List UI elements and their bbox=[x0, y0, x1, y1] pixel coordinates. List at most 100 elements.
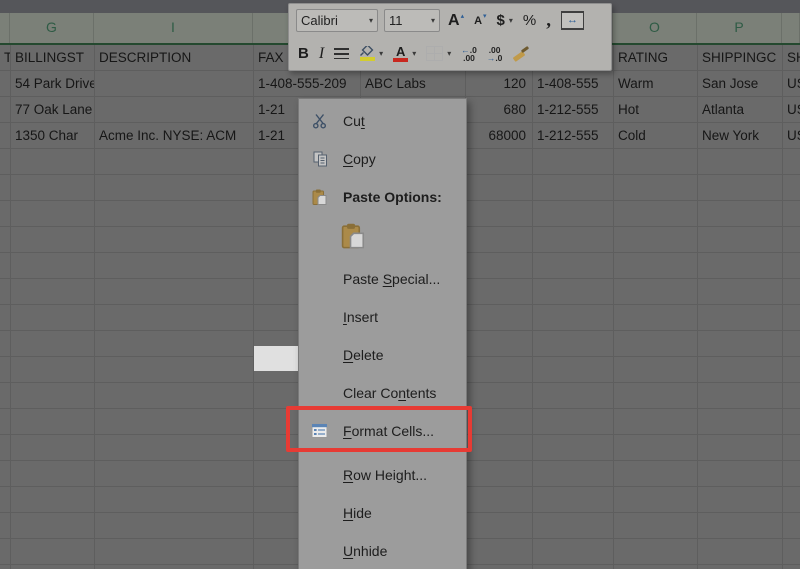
cell[interactable] bbox=[698, 513, 783, 539]
cell[interactable] bbox=[698, 305, 783, 331]
column-width-button[interactable]: ↔ bbox=[559, 10, 586, 31]
column-header-p[interactable]: P bbox=[697, 13, 782, 43]
column-header[interactable] bbox=[0, 13, 10, 43]
cell[interactable] bbox=[466, 409, 533, 435]
cell[interactable] bbox=[783, 539, 800, 565]
cell[interactable] bbox=[95, 279, 254, 305]
cell[interactable] bbox=[0, 71, 11, 97]
cell[interactable] bbox=[698, 383, 783, 409]
shrink-font-button[interactable]: A ▾ bbox=[472, 13, 488, 28]
cell[interactable] bbox=[466, 539, 533, 565]
cell[interactable] bbox=[0, 539, 11, 565]
cell[interactable] bbox=[0, 435, 11, 461]
cell[interactable] bbox=[698, 565, 783, 569]
menu-item-paste-options[interactable]: Paste Options: bbox=[299, 178, 466, 216]
cell[interactable] bbox=[466, 513, 533, 539]
cell[interactable]: Cold bbox=[614, 123, 698, 149]
menu-item-copy[interactable]: Copy bbox=[299, 140, 466, 178]
cell[interactable]: US bbox=[783, 71, 800, 97]
cell[interactable] bbox=[11, 513, 95, 539]
cell[interactable] bbox=[0, 487, 11, 513]
cell[interactable] bbox=[533, 357, 614, 383]
cell[interactable] bbox=[95, 487, 254, 513]
cell[interactable]: BILLINGST bbox=[11, 45, 95, 71]
cell[interactable] bbox=[614, 201, 698, 227]
cell[interactable] bbox=[466, 383, 533, 409]
cell[interactable]: 680 bbox=[466, 97, 533, 123]
cell[interactable] bbox=[0, 305, 11, 331]
cell[interactable]: SH bbox=[783, 45, 800, 71]
cell[interactable]: San Jose bbox=[698, 71, 783, 97]
cell[interactable] bbox=[783, 253, 800, 279]
cell[interactable] bbox=[11, 305, 95, 331]
cell[interactable] bbox=[783, 149, 800, 175]
cell[interactable] bbox=[95, 253, 254, 279]
cell[interactable]: Atlanta bbox=[698, 97, 783, 123]
cell[interactable] bbox=[698, 227, 783, 253]
column-header[interactable] bbox=[782, 13, 800, 43]
cell[interactable] bbox=[783, 461, 800, 487]
cell[interactable]: 77 Oak Lane bbox=[11, 97, 95, 123]
cell[interactable] bbox=[614, 513, 698, 539]
cell[interactable] bbox=[11, 461, 95, 487]
cell[interactable] bbox=[533, 513, 614, 539]
cell[interactable] bbox=[533, 279, 614, 305]
borders-button[interactable]: ▾ bbox=[424, 45, 453, 62]
cell[interactable] bbox=[783, 175, 800, 201]
cell[interactable] bbox=[533, 331, 614, 357]
cell[interactable] bbox=[95, 331, 254, 357]
menu-item-unhide[interactable]: Unhide bbox=[299, 532, 466, 569]
italic-button[interactable]: I bbox=[317, 44, 326, 64]
cell[interactable] bbox=[533, 565, 614, 569]
cell[interactable]: SHIPPINGC bbox=[698, 45, 783, 71]
cell[interactable] bbox=[698, 487, 783, 513]
cell[interactable] bbox=[0, 331, 11, 357]
cell[interactable] bbox=[466, 357, 533, 383]
cell[interactable]: RATING bbox=[614, 45, 698, 71]
cell[interactable] bbox=[698, 461, 783, 487]
active-cell[interactable] bbox=[254, 346, 299, 371]
cell[interactable] bbox=[11, 539, 95, 565]
cell[interactable] bbox=[614, 357, 698, 383]
menu-item-insert[interactable]: Insert bbox=[299, 298, 466, 336]
cell[interactable] bbox=[614, 331, 698, 357]
cell[interactable] bbox=[466, 487, 533, 513]
grow-font-button[interactable]: A ▴ bbox=[446, 11, 466, 31]
align-center-button[interactable] bbox=[332, 47, 351, 60]
menu-item-hide[interactable]: Hide bbox=[299, 494, 466, 532]
cell[interactable] bbox=[783, 279, 800, 305]
cell[interactable] bbox=[0, 201, 11, 227]
increase-decimal-button[interactable]: ←.0 .00 bbox=[459, 45, 479, 63]
cell[interactable] bbox=[0, 227, 11, 253]
cell[interactable] bbox=[698, 409, 783, 435]
cell[interactable]: Acme Inc. NYSE: ACM bbox=[95, 123, 254, 149]
cell[interactable] bbox=[533, 435, 614, 461]
cell[interactable] bbox=[614, 227, 698, 253]
cell[interactable] bbox=[95, 227, 254, 253]
cell[interactable] bbox=[11, 279, 95, 305]
cell[interactable] bbox=[698, 357, 783, 383]
cell[interactable] bbox=[783, 513, 800, 539]
cell[interactable] bbox=[95, 71, 254, 97]
cell[interactable] bbox=[11, 201, 95, 227]
cell[interactable] bbox=[0, 357, 11, 383]
cell[interactable] bbox=[783, 383, 800, 409]
cell[interactable] bbox=[11, 409, 95, 435]
cell[interactable] bbox=[11, 175, 95, 201]
cell[interactable] bbox=[466, 461, 533, 487]
cell[interactable] bbox=[466, 565, 533, 569]
column-header-i[interactable]: I bbox=[94, 13, 253, 43]
cell[interactable] bbox=[95, 435, 254, 461]
accounting-format-button[interactable]: $ ▾ bbox=[495, 11, 515, 30]
column-header-g[interactable]: G bbox=[10, 13, 94, 43]
cell[interactable] bbox=[11, 357, 95, 383]
percent-style-button[interactable]: % bbox=[521, 11, 538, 30]
cell[interactable]: 1-212-555 bbox=[533, 97, 614, 123]
cell[interactable] bbox=[95, 149, 254, 175]
cell[interactable] bbox=[614, 461, 698, 487]
cell[interactable] bbox=[698, 175, 783, 201]
cell[interactable] bbox=[11, 331, 95, 357]
cell[interactable] bbox=[533, 149, 614, 175]
cell[interactable]: 120 bbox=[466, 71, 533, 97]
cell[interactable] bbox=[783, 487, 800, 513]
